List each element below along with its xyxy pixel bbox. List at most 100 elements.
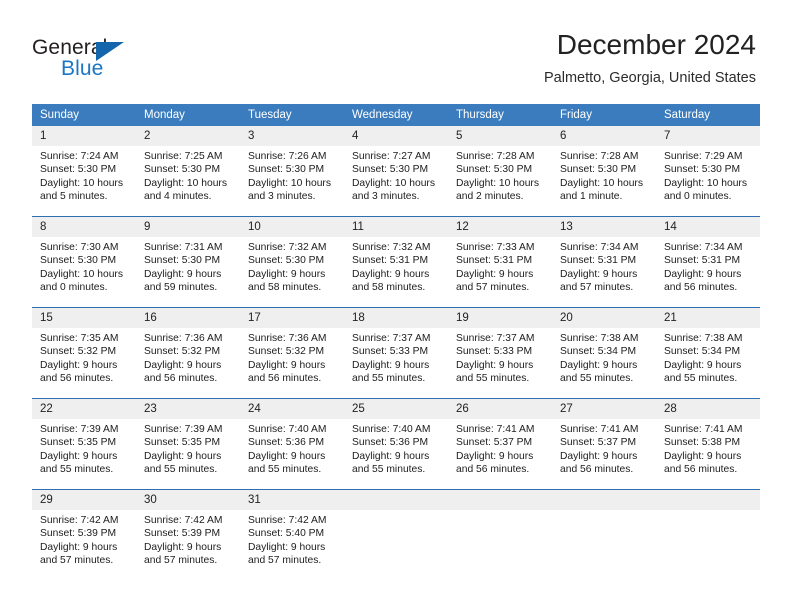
daylight-text: Daylight: 9 hours and 55 minutes.	[560, 359, 638, 384]
calendar-day-cell[interactable]: 23 Sunrise: 7:39 AM Sunset: 5:35 PM Dayligh…	[136, 398, 240, 490]
sunrise-text: Sunrise: 7:36 AM	[248, 333, 327, 344]
calendar-day-cell[interactable]: 15 Sunrise: 7:35 AM Sunset: 5:32 PM Dayligh…	[32, 307, 136, 399]
calendar-day-cell[interactable]: 29 Sunrise: 7:42 AM Sunset: 5:39 PM Dayligh…	[32, 489, 136, 580]
day-details: Sunrise: 7:35 AM Sunset: 5:32 PM Daylight:…	[32, 328, 136, 385]
calendar-day-cell[interactable]: 24 Sunrise: 7:40 AM Sunset: 5:36 PM Dayligh…	[240, 398, 344, 490]
sunset-text: Sunset: 5:34 PM	[664, 346, 741, 358]
sunrise-text: Sunrise: 7:25 AM	[144, 151, 223, 162]
daylight-text: Daylight: 9 hours and 57 minutes.	[456, 268, 534, 293]
sunrise-text: Sunrise: 7:39 AM	[40, 424, 119, 435]
day-cell-inner: 22 Sunrise: 7:39 AM Sunset: 5:35 PM Dayligh…	[32, 399, 136, 489]
day-cell-inner: 11 Sunrise: 7:32 AM Sunset: 5:31 PM Dayligh…	[344, 217, 448, 307]
daylight-text: Daylight: 9 hours and 56 minutes.	[248, 359, 326, 384]
day-details: Sunrise: 7:40 AM Sunset: 5:36 PM Daylight:…	[344, 419, 448, 476]
calendar-day-cell[interactable]: 9 Sunrise: 7:31 AM Sunset: 5:30 PM Daylight…	[136, 216, 240, 308]
day-cell-inner: 23 Sunrise: 7:39 AM Sunset: 5:35 PM Dayligh…	[136, 399, 240, 489]
calendar-day-cell[interactable]: 26 Sunrise: 7:41 AM Sunset: 5:37 PM Dayligh…	[448, 398, 552, 490]
day-details: Sunrise: 7:27 AM Sunset: 5:30 PM Daylight:…	[344, 146, 448, 203]
calendar-day-cell[interactable]: 13 Sunrise: 7:34 AM Sunset: 5:31 PM Dayligh…	[552, 216, 656, 308]
sunrise-text: Sunrise: 7:33 AM	[456, 242, 535, 253]
calendar-page: General Blue December 2024 Palmetto, Geo…	[0, 0, 792, 612]
day-details: Sunrise: 7:28 AM Sunset: 5:30 PM Daylight:…	[552, 146, 656, 203]
weekday-header-saturday: Saturday	[656, 104, 760, 126]
sunrise-text: Sunrise: 7:36 AM	[144, 333, 223, 344]
sunset-text: Sunset: 5:33 PM	[456, 346, 533, 358]
calendar-day-cell[interactable]: 6 Sunrise: 7:28 AM Sunset: 5:30 PM Daylight…	[552, 126, 656, 217]
calendar-day-cell[interactable]: 18 Sunrise: 7:37 AM Sunset: 5:33 PM Dayligh…	[344, 307, 448, 399]
daylight-text: Daylight: 10 hours and 0 minutes.	[664, 177, 747, 202]
calendar-day-cell[interactable]: 2 Sunrise: 7:25 AM Sunset: 5:30 PM Daylight…	[136, 126, 240, 217]
day-cell-inner: 10 Sunrise: 7:32 AM Sunset: 5:30 PM Dayligh…	[240, 217, 344, 307]
day-cell-inner: 31 Sunrise: 7:42 AM Sunset: 5:40 PM Dayligh…	[240, 490, 344, 580]
sunset-text: Sunset: 5:35 PM	[40, 437, 117, 449]
daylight-text: Daylight: 9 hours and 58 minutes.	[352, 268, 430, 293]
calendar-day-cell[interactable]: 30 Sunrise: 7:42 AM Sunset: 5:39 PM Dayligh…	[136, 489, 240, 580]
sunrise-text: Sunrise: 7:38 AM	[560, 333, 639, 344]
sunset-text: Sunset: 5:31 PM	[664, 255, 741, 267]
calendar-day-cell[interactable]: 8 Sunrise: 7:30 AM Sunset: 5:30 PM Daylight…	[32, 216, 136, 308]
brand-logo[interactable]: General Blue	[32, 36, 212, 88]
day-number: 2	[136, 126, 240, 146]
day-cell-inner: 8 Sunrise: 7:30 AM Sunset: 5:30 PM Daylight…	[32, 217, 136, 307]
sunset-text: Sunset: 5:31 PM	[560, 255, 637, 267]
day-number: 15	[32, 308, 136, 328]
day-details: Sunrise: 7:28 AM Sunset: 5:30 PM Daylight:…	[448, 146, 552, 203]
day-cell-inner: 14 Sunrise: 7:34 AM Sunset: 5:31 PM Dayligh…	[656, 217, 760, 307]
sunrise-text: Sunrise: 7:40 AM	[248, 424, 327, 435]
calendar-day-cell[interactable]	[656, 489, 760, 580]
calendar-week-row: 22 Sunrise: 7:39 AM Sunset: 5:35 PM Dayligh…	[32, 398, 760, 490]
calendar-day-cell[interactable]	[552, 489, 656, 580]
day-details: Sunrise: 7:36 AM Sunset: 5:32 PM Daylight:…	[240, 328, 344, 385]
day-details: Sunrise: 7:42 AM Sunset: 5:40 PM Daylight:…	[240, 510, 344, 567]
calendar-day-cell[interactable]: 27 Sunrise: 7:41 AM Sunset: 5:37 PM Dayligh…	[552, 398, 656, 490]
weekday-header-friday: Friday	[552, 104, 656, 126]
daylight-text: Daylight: 10 hours and 0 minutes.	[40, 268, 123, 293]
day-number: 17	[240, 308, 344, 328]
calendar-day-cell[interactable]: 22 Sunrise: 7:39 AM Sunset: 5:35 PM Dayligh…	[32, 398, 136, 490]
sunrise-text: Sunrise: 7:34 AM	[560, 242, 639, 253]
day-cell-inner: 24 Sunrise: 7:40 AM Sunset: 5:36 PM Dayligh…	[240, 399, 344, 489]
title-block: December 2024 Palmetto, Georgia, United …	[544, 28, 756, 88]
sunset-text: Sunset: 5:40 PM	[248, 528, 325, 540]
day-number: 24	[240, 399, 344, 419]
calendar-day-cell[interactable]: 28 Sunrise: 7:41 AM Sunset: 5:38 PM Dayligh…	[656, 398, 760, 490]
day-cell-inner: 9 Sunrise: 7:31 AM Sunset: 5:30 PM Daylight…	[136, 217, 240, 307]
sunset-text: Sunset: 5:32 PM	[144, 346, 221, 358]
day-cell-inner: 25 Sunrise: 7:40 AM Sunset: 5:36 PM Dayligh…	[344, 399, 448, 489]
calendar-day-cell[interactable]: 16 Sunrise: 7:36 AM Sunset: 5:32 PM Dayligh…	[136, 307, 240, 399]
sunrise-text: Sunrise: 7:39 AM	[144, 424, 223, 435]
day-cell-inner	[448, 490, 552, 580]
calendar-day-cell[interactable]: 11 Sunrise: 7:32 AM Sunset: 5:31 PM Dayligh…	[344, 216, 448, 308]
daylight-text: Daylight: 9 hours and 56 minutes.	[456, 450, 534, 475]
day-details: Sunrise: 7:26 AM Sunset: 5:30 PM Daylight:…	[240, 146, 344, 203]
calendar-day-cell[interactable]: 1 Sunrise: 7:24 AM Sunset: 5:30 PM Daylight…	[32, 126, 136, 217]
calendar-day-cell[interactable]: 7 Sunrise: 7:29 AM Sunset: 5:30 PM Daylight…	[656, 126, 760, 217]
day-details: Sunrise: 7:37 AM Sunset: 5:33 PM Daylight:…	[344, 328, 448, 385]
day-details: Sunrise: 7:39 AM Sunset: 5:35 PM Daylight:…	[136, 419, 240, 476]
day-number: 11	[344, 217, 448, 237]
day-cell-inner: 27 Sunrise: 7:41 AM Sunset: 5:37 PM Dayligh…	[552, 399, 656, 489]
sunrise-text: Sunrise: 7:27 AM	[352, 151, 431, 162]
sunrise-text: Sunrise: 7:34 AM	[664, 242, 743, 253]
calendar-day-cell[interactable]: 19 Sunrise: 7:37 AM Sunset: 5:33 PM Dayligh…	[448, 307, 552, 399]
calendar-day-cell[interactable]: 10 Sunrise: 7:32 AM Sunset: 5:30 PM Dayligh…	[240, 216, 344, 308]
calendar-day-cell[interactable]: 31 Sunrise: 7:42 AM Sunset: 5:40 PM Dayligh…	[240, 489, 344, 580]
sunset-text: Sunset: 5:32 PM	[248, 346, 325, 358]
sunset-text: Sunset: 5:30 PM	[248, 164, 325, 176]
calendar-day-cell[interactable]: 17 Sunrise: 7:36 AM Sunset: 5:32 PM Dayligh…	[240, 307, 344, 399]
calendar-day-cell[interactable]: 25 Sunrise: 7:40 AM Sunset: 5:36 PM Dayligh…	[344, 398, 448, 490]
calendar-day-cell[interactable]: 3 Sunrise: 7:26 AM Sunset: 5:30 PM Daylight…	[240, 126, 344, 217]
calendar-day-cell[interactable]: 5 Sunrise: 7:28 AM Sunset: 5:30 PM Daylight…	[448, 126, 552, 217]
day-number: 9	[136, 217, 240, 237]
calendar-day-cell[interactable]	[344, 489, 448, 580]
daylight-text: Daylight: 9 hours and 57 minutes.	[248, 541, 326, 566]
calendar-day-cell[interactable]: 12 Sunrise: 7:33 AM Sunset: 5:31 PM Dayligh…	[448, 216, 552, 308]
calendar-day-cell[interactable]	[448, 489, 552, 580]
day-number: 12	[448, 217, 552, 237]
sunset-text: Sunset: 5:35 PM	[144, 437, 221, 449]
calendar-day-cell[interactable]: 14 Sunrise: 7:34 AM Sunset: 5:31 PM Dayligh…	[656, 216, 760, 308]
calendar-day-cell[interactable]: 21 Sunrise: 7:38 AM Sunset: 5:34 PM Dayligh…	[656, 307, 760, 399]
calendar-day-cell[interactable]: 20 Sunrise: 7:38 AM Sunset: 5:34 PM Dayligh…	[552, 307, 656, 399]
day-cell-inner: 5 Sunrise: 7:28 AM Sunset: 5:30 PM Daylight…	[448, 126, 552, 216]
calendar-day-cell[interactable]: 4 Sunrise: 7:27 AM Sunset: 5:30 PM Daylight…	[344, 126, 448, 217]
